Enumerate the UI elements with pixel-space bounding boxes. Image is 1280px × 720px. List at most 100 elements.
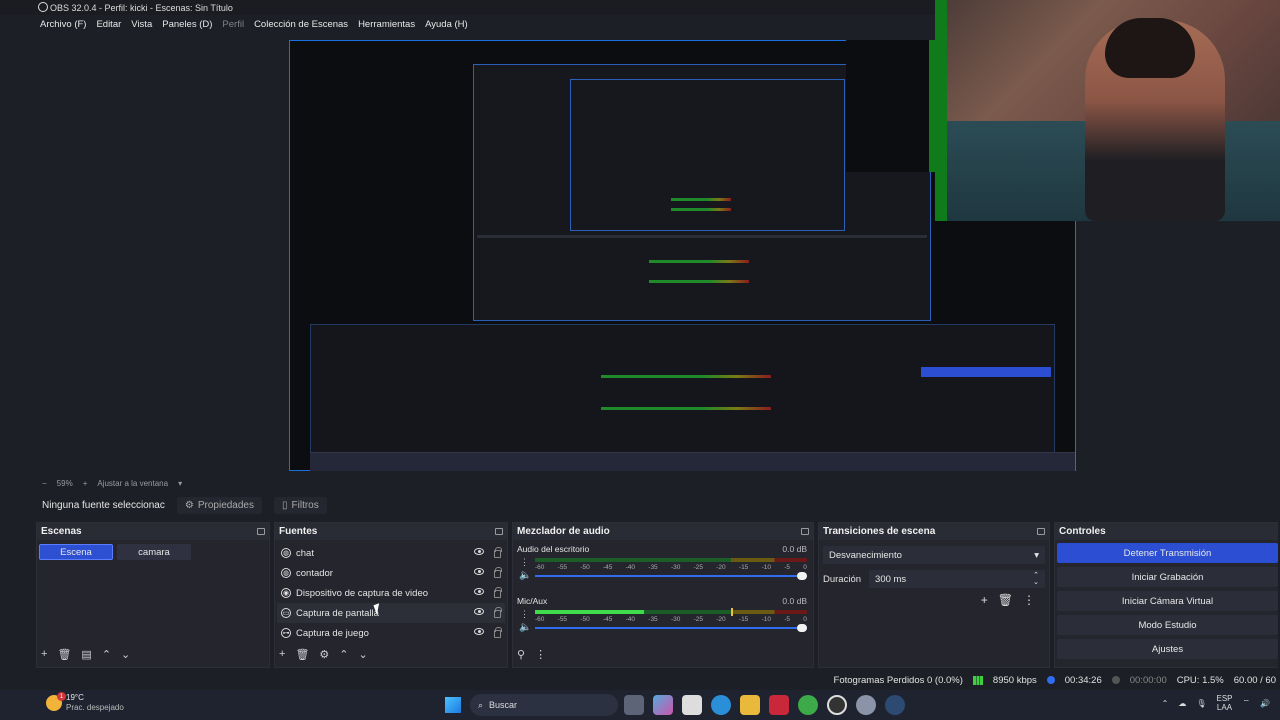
menu-item[interactable]: Colección de Escenas xyxy=(254,19,348,30)
add-icon[interactable]: + xyxy=(279,648,285,661)
filters-button[interactable]: ▯ Filtros xyxy=(274,496,327,514)
transition-select[interactable]: Desvanecimiento ▾ xyxy=(823,546,1045,564)
filter-icon[interactable]: ▤ xyxy=(81,648,91,661)
mic-icon[interactable]: 🎙 xyxy=(1196,699,1206,708)
dock-undock-icon[interactable] xyxy=(801,528,809,535)
menu-item[interactable]: Archivo (F) xyxy=(40,19,86,30)
zoom-out-icon[interactable]: − xyxy=(42,479,47,488)
filter-icon: ▯ xyxy=(282,499,288,511)
taskbar-search[interactable]: ⌕ Buscar xyxy=(470,694,618,716)
trash-icon[interactable]: 🗑 xyxy=(998,593,1013,607)
mixer-title: Mezclador de audio xyxy=(517,526,610,537)
lock-icon[interactable] xyxy=(494,567,502,578)
fit-window-label[interactable]: Ajustar a la ventana xyxy=(97,479,168,488)
source-item[interactable]: ◉ Dispositivo de captura de video xyxy=(277,583,505,603)
volume-slider[interactable] xyxy=(535,572,807,580)
visibility-eye-icon[interactable] xyxy=(474,548,484,555)
chevron-down-icon[interactable]: ⌄ xyxy=(121,648,130,661)
dock-undock-icon[interactable] xyxy=(495,528,503,535)
taskbar-apps xyxy=(624,695,905,715)
file-explorer-icon[interactable] xyxy=(740,695,760,715)
lock-icon[interactable] xyxy=(494,547,502,558)
store-icon[interactable] xyxy=(682,695,702,715)
control-button[interactable]: Modo Estudio xyxy=(1057,615,1278,635)
controls-title: Controles xyxy=(1059,526,1106,537)
language-indicator[interactable]: ESP LAA xyxy=(1216,694,1232,712)
copilot-icon[interactable] xyxy=(653,695,673,715)
trash-icon[interactable]: 🗑 xyxy=(57,648,71,661)
add-icon[interactable]: + xyxy=(41,648,47,661)
dock-undock-icon[interactable] xyxy=(257,528,265,535)
zoom-in-icon[interactable]: + xyxy=(83,479,88,488)
steam-icon[interactable] xyxy=(885,695,905,715)
settings-icon[interactable] xyxy=(856,695,876,715)
kebab-menu-icon[interactable]: ⋮ xyxy=(520,557,529,568)
control-button[interactable]: Detener Transmisión xyxy=(1057,543,1278,563)
source-item[interactable]: ▭ Captura de pantalla xyxy=(277,603,505,623)
visibility-eye-icon[interactable] xyxy=(474,628,484,635)
speaker-icon[interactable]: 🔈 xyxy=(519,622,531,633)
fps: 60.00 / 60 xyxy=(1233,674,1276,686)
red-app-icon[interactable] xyxy=(769,695,789,715)
menu-item[interactable]: Editar xyxy=(96,19,121,30)
menu-item[interactable]: Paneles (D) xyxy=(162,19,212,30)
chevron-down-icon[interactable]: ▾ xyxy=(178,479,182,488)
obs-icon[interactable] xyxy=(827,695,847,715)
edge-icon[interactable] xyxy=(711,695,731,715)
meter-tick: -20 xyxy=(716,616,726,623)
visibility-eye-icon[interactable] xyxy=(474,568,484,575)
source-item[interactable]: ◍ chat xyxy=(277,543,505,563)
windows-start-icon[interactable] xyxy=(445,697,461,713)
kebab-menu-icon[interactable]: ⋮ xyxy=(520,609,529,620)
source-item[interactable]: ◍ contador xyxy=(277,563,505,583)
duration-spinbox[interactable]: 300 ms ⌃ ⌄ xyxy=(869,570,1045,588)
chevron-up-icon[interactable]: ⌃ xyxy=(339,648,348,661)
scene-item[interactable]: camara xyxy=(117,544,191,560)
cloud-icon[interactable]: ☁ xyxy=(1178,699,1186,708)
weather-widget[interactable]: 1 19°C Prac. despejado xyxy=(46,692,124,713)
chevron-up-icon[interactable]: ⌃ xyxy=(1162,699,1169,708)
chevron-up-icon[interactable]: ⌃ xyxy=(102,648,111,661)
visibility-eye-icon[interactable] xyxy=(474,588,484,595)
control-button[interactable]: Iniciar Cámara Virtual xyxy=(1057,591,1278,611)
menu-item[interactable]: Ayuda (H) xyxy=(425,19,468,30)
task-view-icon[interactable] xyxy=(624,695,644,715)
meter-tick: -50 xyxy=(580,616,590,623)
meter-tick: 0 xyxy=(803,616,807,623)
lock-icon[interactable] xyxy=(494,587,502,598)
volume-icon[interactable]: 🔊 xyxy=(1260,699,1270,708)
weather-desc: Prac. despejado xyxy=(66,703,124,712)
lock-icon[interactable] xyxy=(494,627,502,638)
gear-icon[interactable]: ⚙ xyxy=(319,648,329,661)
menu-item[interactable]: Herramientas xyxy=(358,19,415,30)
menu-item[interactable]: Vista xyxy=(131,19,152,30)
record-status-icon xyxy=(1111,676,1120,684)
lock-icon[interactable] xyxy=(494,607,502,618)
wifi-icon[interactable]: ⌔ xyxy=(1243,698,1251,708)
source-item[interactable]: ⊶ Captura de juego xyxy=(277,623,505,643)
kebab-menu-icon[interactable]: ⋮ xyxy=(1023,593,1035,607)
advanced-audio-icon[interactable]: ⚲ xyxy=(517,648,525,661)
green-screen-strip xyxy=(846,40,935,172)
spin-arrows-icon[interactable]: ⌃ ⌄ xyxy=(1033,572,1039,586)
add-icon[interactable]: + xyxy=(981,593,988,607)
source-label: chat xyxy=(296,547,314,559)
dock-undock-icon[interactable] xyxy=(1037,528,1045,535)
scene-item[interactable]: Escena xyxy=(39,544,113,560)
transitions-title: Transiciones de escena xyxy=(823,526,936,537)
control-button[interactable]: Ajustes xyxy=(1057,639,1278,659)
slider-knob[interactable] xyxy=(797,572,807,580)
control-button[interactable]: Iniciar Grabación xyxy=(1057,567,1278,587)
trash-icon[interactable]: 🗑 xyxy=(295,648,309,661)
chrome-icon[interactable] xyxy=(798,695,818,715)
speaker-icon[interactable]: 🔈 xyxy=(519,570,531,581)
slider-knob[interactable] xyxy=(797,624,807,632)
properties-button[interactable]: ⚙ Propiedades xyxy=(176,496,262,514)
volume-slider[interactable] xyxy=(535,624,807,632)
kebab-menu-icon[interactable]: ⋮ xyxy=(535,648,546,661)
visibility-eye-icon[interactable] xyxy=(474,608,484,615)
meter-tick: -15 xyxy=(738,616,749,623)
scenes-list: Escena camara xyxy=(37,540,269,564)
menu-item[interactable]: Perfil xyxy=(222,19,244,30)
chevron-down-icon[interactable]: ⌄ xyxy=(359,648,368,661)
